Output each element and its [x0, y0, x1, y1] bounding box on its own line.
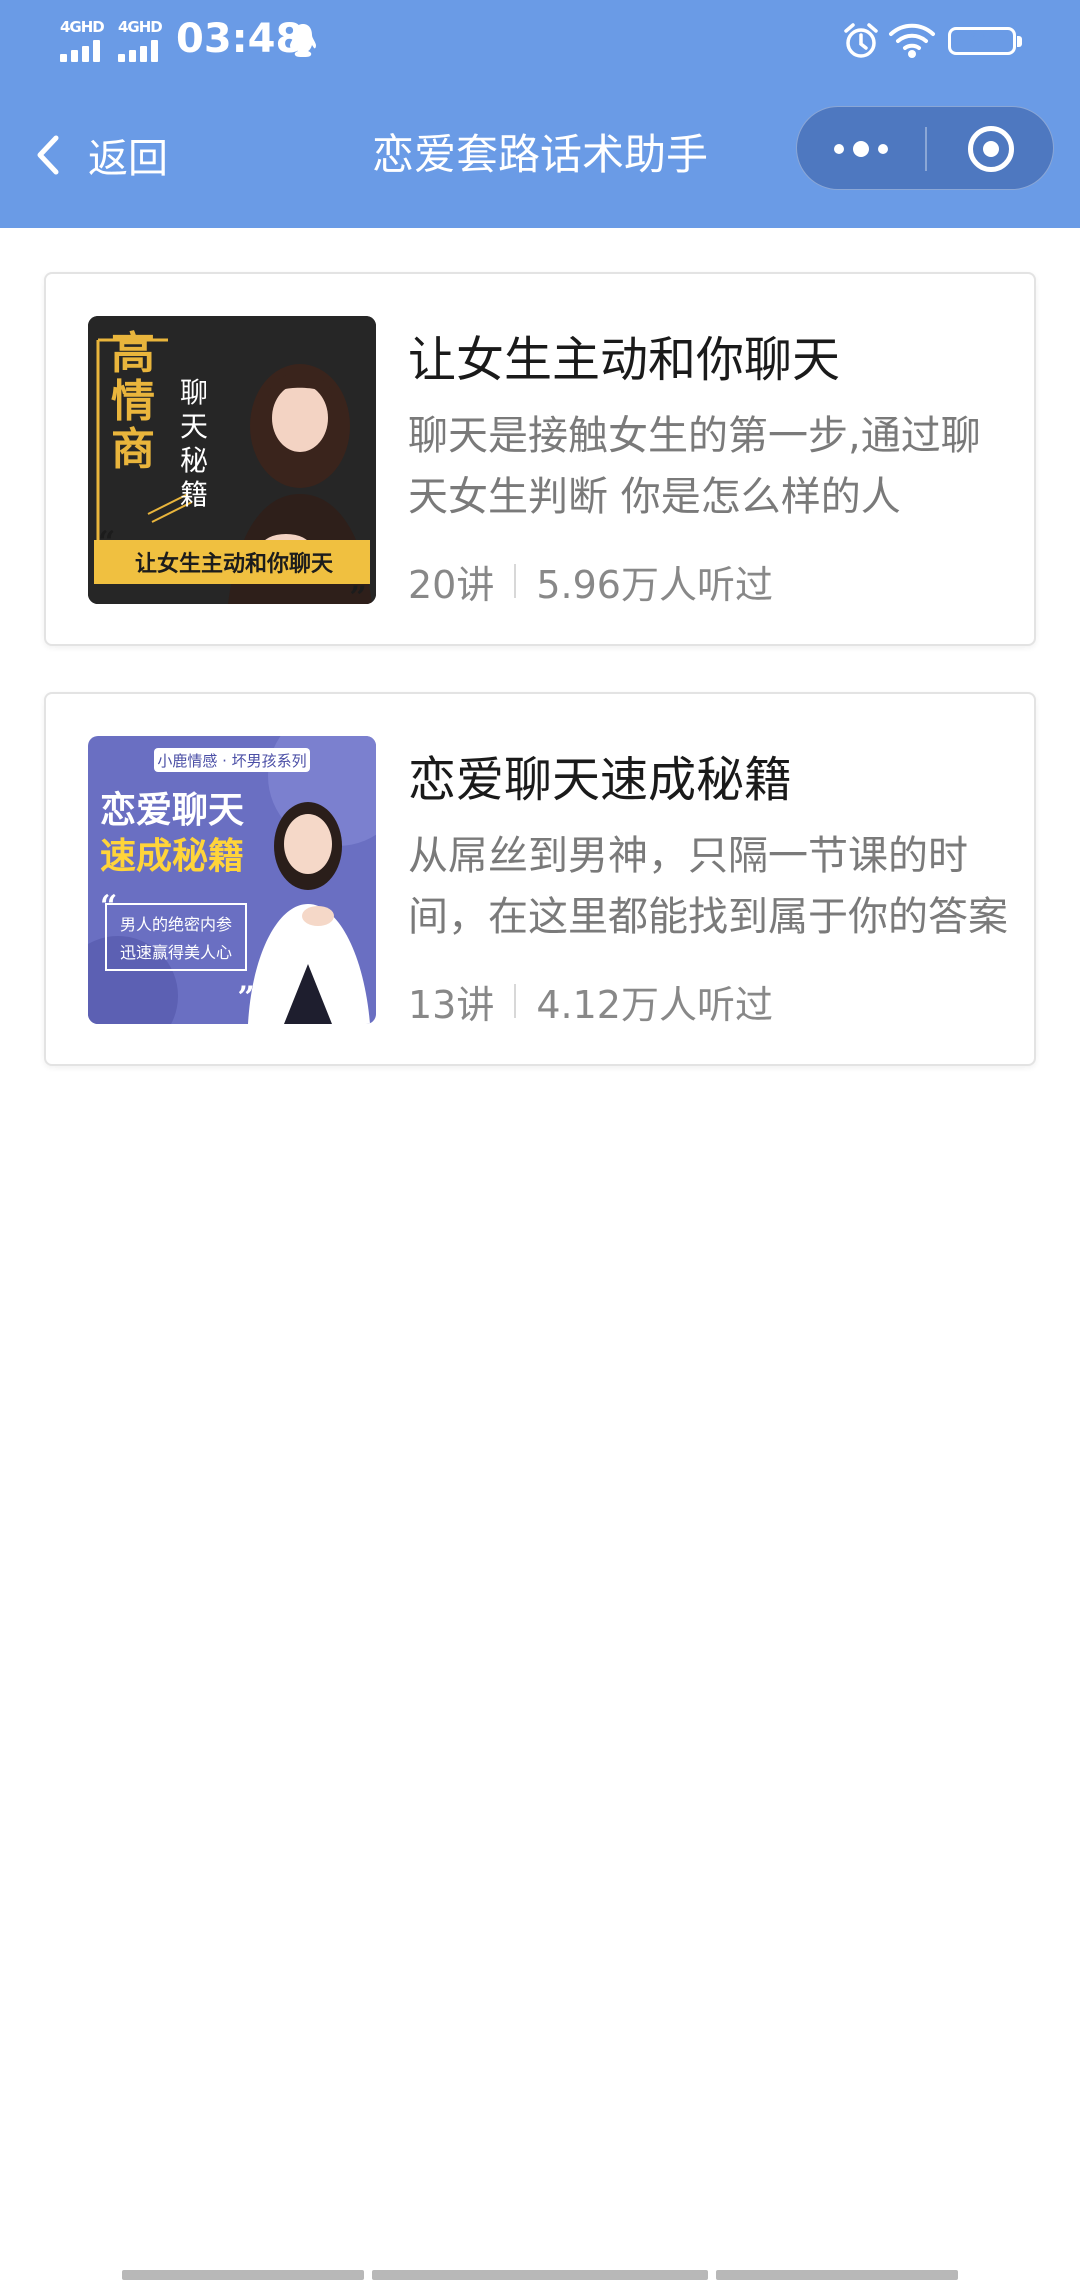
course-meta: 13讲 4.12万人听过 — [408, 976, 773, 1027]
course-card[interactable]: 小鹿情感 · 坏男孩系列 恋爱聊天 速成秘籍 “ 男人的绝密内参 迅速赢得美人心… — [44, 692, 1036, 1066]
course-cover: 高 情 商 聊 天 秘 籍 “ „ 让女生主动和你聊天 — [88, 316, 376, 604]
course-title: 恋爱聊天速成秘籍 — [408, 752, 793, 808]
cover-image: 高 情 商 聊 天 秘 籍 “ „ 让女生主动和你聊天 — [88, 316, 376, 604]
course-meta: 20讲 5.96万人听过 — [408, 556, 773, 607]
lecture-count: 20讲 — [408, 562, 495, 607]
cover-headline: 恋爱聊天 — [100, 789, 244, 831]
cover-quote: 男人的绝密内参 — [120, 915, 232, 934]
wifi-icon — [889, 23, 935, 58]
course-cover: 小鹿情感 · 坏男孩系列 恋爱聊天 速成秘籍 “ 男人的绝密内参 迅速赢得美人心… — [88, 736, 376, 1024]
close-button[interactable] — [927, 107, 1055, 191]
page-title: 恋爱套路话术助手 — [371, 130, 708, 179]
nav-bar: 返回 恋爱套路话术助手 — [0, 100, 1080, 210]
lecture-count: 13讲 — [408, 982, 495, 1027]
listener-count: 4.12万人听过 — [536, 982, 773, 1027]
battery-icon: 92 — [948, 27, 1022, 55]
svg-text:“: “ — [100, 889, 117, 924]
cover-text: 高 — [111, 328, 155, 379]
back-label: 返回 — [88, 136, 168, 182]
cover-text: 秘 — [180, 444, 208, 477]
cover-banner: 让女生主动和你聊天 — [135, 551, 334, 577]
chevron-left-icon — [37, 135, 59, 175]
cover-text: 天 — [180, 410, 208, 443]
cover-text: 情 — [111, 376, 155, 427]
listener-count: 5.96万人听过 — [536, 562, 773, 607]
cover-text: 聊 — [180, 376, 208, 409]
app-header: 4GHD 4GHD 03:48 92 返回 恋爱套路话术助手 — [0, 0, 1080, 228]
battery-level: 92 — [968, 30, 996, 52]
status-time: 03:48 — [176, 16, 304, 62]
cover-quote: 迅速赢得美人心 — [120, 943, 232, 962]
course-description: 从屌丝到男神，只隔一节课的时间，在这里都能找到属于你的答案 — [408, 833, 1008, 940]
course-card[interactable]: 高 情 商 聊 天 秘 籍 “ „ 让女生主动和你聊天 让女生主动和你聊天 聊天… — [44, 272, 1036, 646]
more-button[interactable] — [797, 107, 925, 191]
svg-text:„: „ — [238, 963, 255, 998]
back-button[interactable]: 返回 — [30, 120, 168, 190]
network-type: 4GHD — [60, 18, 105, 36]
cover-headline: 速成秘籍 — [100, 836, 244, 877]
mini-program-capsule — [796, 106, 1054, 190]
meta-divider — [514, 564, 517, 598]
svg-text:“: “ — [98, 525, 115, 560]
gesture-bar — [0, 2270, 1080, 2280]
status-bar: 4GHD 4GHD 03:48 92 — [0, 0, 1080, 84]
course-description: 聊天是接触女生的第一步,通过聊天女生判断 你是怎么样的人 — [408, 413, 981, 520]
cover-text: 籍 — [180, 478, 208, 511]
svg-text:„: „ — [350, 563, 367, 598]
close-target-icon — [968, 126, 1014, 172]
cover-image: 小鹿情感 · 坏男孩系列 恋爱聊天 速成秘籍 “ 男人的绝密内参 迅速赢得美人心… — [88, 736, 376, 1024]
alarm-icon — [844, 23, 878, 58]
cover-tag: 小鹿情感 · 坏男孩系列 — [157, 752, 306, 770]
cover-text: 商 — [111, 424, 155, 475]
more-dots-icon — [834, 141, 888, 157]
course-title: 让女生主动和你聊天 — [408, 332, 841, 388]
qq-icon — [290, 24, 316, 57]
network-type: 4GHD — [118, 18, 163, 36]
meta-divider — [514, 984, 517, 1018]
